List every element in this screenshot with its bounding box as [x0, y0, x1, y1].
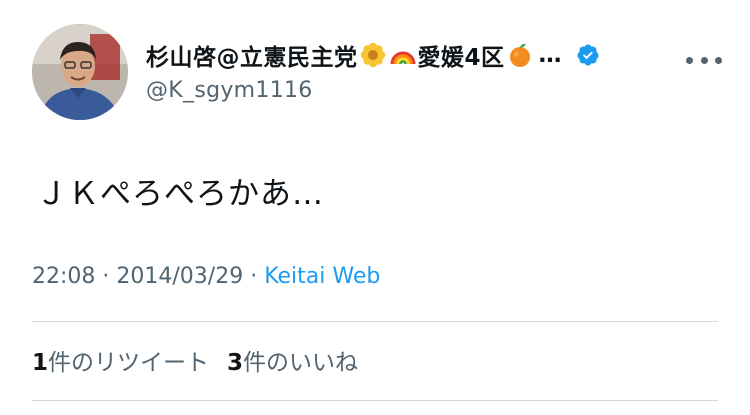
tweet-date[interactable]: 2014/03/29: [116, 264, 243, 289]
tweet-stats: 1件のリツイート 3件のいいね: [32, 343, 358, 377]
like-label: 件のいいね: [243, 350, 359, 376]
name-suffix[interactable]: 愛媛4区: [418, 38, 505, 72]
avatar-image: [32, 24, 128, 120]
dot: [715, 56, 722, 64]
like-stat[interactable]: 3件のいいね: [227, 350, 358, 376]
verified-badge-icon[interactable]: [576, 43, 600, 67]
display-name[interactable]: 杉山啓@立憲民主党: [146, 38, 358, 72]
meta-separator: ·: [243, 264, 265, 289]
tweet-text: ＪＫぺろぺろかあ…: [36, 176, 324, 212]
avatar[interactable]: [32, 24, 128, 120]
tweet-time[interactable]: 22:08: [32, 264, 95, 289]
tweet-meta: 22:08 · 2014/03/29 · Keitai Web: [32, 264, 380, 289]
retweet-count: 1: [32, 350, 49, 376]
meta-separator: ·: [95, 264, 117, 289]
rainbow-icon: [390, 51, 415, 65]
dot: [686, 56, 693, 64]
like-count: 3: [227, 350, 244, 376]
retweet-label: 件のリツイート: [48, 350, 210, 376]
divider: [32, 400, 718, 401]
orange-icon: [509, 43, 530, 67]
retweet-stat[interactable]: 1件のリツイート: [32, 350, 209, 376]
flower-icon: [360, 42, 385, 68]
tweet-header: 杉山啓@立憲民主党 愛媛4区 … @K_sgym1116: [32, 24, 722, 124]
user-handle[interactable]: @K_sgym1116: [146, 78, 313, 103]
tweet-source-link[interactable]: Keitai Web: [264, 264, 380, 289]
more-options-icon[interactable]: [686, 50, 722, 70]
name-row[interactable]: 杉山啓@立憲民主党 愛媛4区 …: [146, 38, 666, 72]
name-ellipsis: …: [538, 42, 562, 68]
dot: [700, 56, 708, 64]
divider: [32, 321, 718, 322]
